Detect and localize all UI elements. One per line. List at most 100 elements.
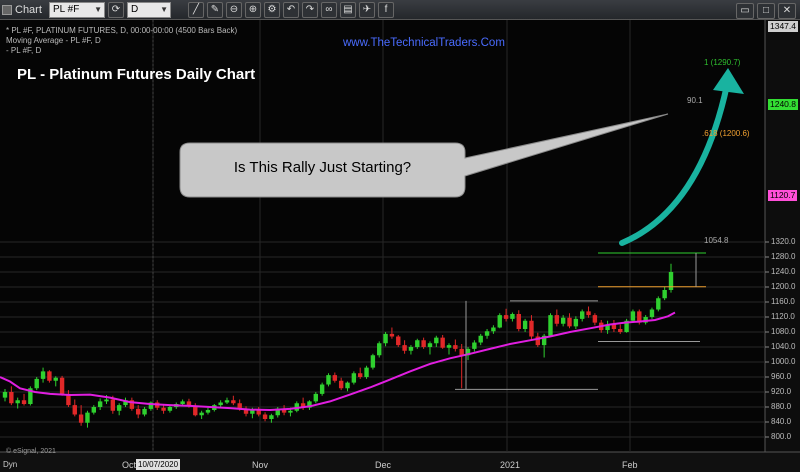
y-tick-label: 840.0: [771, 417, 792, 426]
candle-up: [383, 333, 388, 344]
candle-up: [484, 331, 490, 336]
toolbar: Chart PL #F ▼ ⟳ D ▼ ╱ ✎ ⊖ ⊕ ⚙ ↶ ↷ ∞ ▤ ✈ …: [0, 0, 800, 20]
candle-up: [510, 314, 515, 319]
candle-up: [364, 367, 369, 377]
candle-down: [358, 373, 363, 377]
candle-up: [53, 377, 58, 381]
x-label-dec: Dec: [375, 460, 392, 470]
undo-icon[interactable]: ↶: [283, 1, 299, 18]
candle-down: [262, 414, 268, 419]
minimize-icon[interactable]: ▭: [736, 3, 754, 19]
settings-icon[interactable]: ⚙: [264, 1, 280, 18]
close-icon[interactable]: ✕: [778, 3, 796, 19]
candle-down: [586, 311, 591, 316]
candle-down: [338, 380, 344, 389]
price-tag-ma: 1120.7: [768, 190, 798, 201]
candle-up: [218, 402, 223, 406]
chart-app-icon: [2, 4, 12, 15]
app-logo: Chart: [2, 4, 46, 16]
candle-down: [231, 400, 236, 404]
candle-up: [548, 315, 553, 336]
candle-up: [573, 318, 579, 327]
level-label-618: .618 (1200.6): [702, 129, 750, 138]
candle-down: [554, 315, 560, 324]
draw-line-icon[interactable]: ╱: [188, 1, 204, 18]
x-label-feb: Feb: [622, 460, 638, 470]
callout-text: Is This Rally Just Starting?: [233, 159, 412, 176]
candle-up: [377, 343, 382, 356]
candle-up: [326, 375, 331, 385]
candle-down: [47, 371, 52, 381]
y-tick-label: 960.0: [771, 372, 792, 381]
candle-up: [85, 412, 90, 423]
candle-up: [97, 401, 103, 407]
candle-up: [319, 384, 325, 394]
series-info: - PL #F, D: [6, 46, 42, 55]
candle-up: [662, 290, 667, 299]
zoom-out-icon[interactable]: ⊖: [226, 1, 242, 18]
candle-up: [491, 327, 496, 332]
candle-up: [167, 407, 173, 411]
candle-down: [110, 399, 116, 411]
price-tag-last: 1240.8: [768, 99, 798, 110]
link-chart-icon[interactable]: ∞: [321, 1, 337, 18]
candle-up: [116, 405, 122, 411]
website-watermark: www.TheTechnicalTraders.Com: [343, 37, 505, 49]
candle-up: [497, 315, 502, 328]
candle-up: [649, 309, 655, 317]
candle-down: [618, 329, 623, 332]
print-icon[interactable]: ▤: [340, 1, 356, 18]
candle-down: [9, 392, 14, 404]
symbol-input[interactable]: PL #F ▼: [49, 1, 105, 18]
candle-down: [78, 414, 84, 423]
maximize-icon[interactable]: □: [757, 3, 775, 19]
candle-up: [478, 335, 483, 343]
y-tick-label: 1000.0: [771, 357, 796, 366]
facebook-icon[interactable]: f: [378, 1, 394, 18]
candle-down: [136, 408, 141, 415]
candle-down: [516, 314, 521, 329]
zoom-in-icon[interactable]: ⊕: [245, 1, 261, 18]
dyn-mode-label: Dyn: [3, 460, 18, 469]
chevron-down-icon[interactable]: ▼: [160, 3, 168, 17]
price-chart[interactable]: [0, 20, 800, 472]
candle-down: [193, 405, 198, 416]
link-icon[interactable]: ⟳: [108, 1, 124, 18]
y-tick-label: 1120.0: [771, 312, 795, 321]
candle-up: [427, 343, 433, 347]
candle-down: [459, 348, 464, 356]
y-tick-label: 1200.0: [771, 282, 796, 291]
chevron-down-icon[interactable]: ▼: [94, 3, 102, 17]
y-tick-label: 1080.0: [771, 327, 796, 336]
candle-up: [560, 317, 566, 324]
app-label: Chart: [15, 3, 42, 16]
candle-up: [34, 378, 39, 389]
candle-up: [199, 412, 204, 416]
candle-up: [408, 347, 414, 351]
candle-down: [402, 345, 407, 351]
candle-down: [72, 405, 77, 415]
redo-icon[interactable]: ↷: [302, 1, 318, 18]
cursor-icon[interactable]: ✎: [207, 1, 223, 18]
interval-input[interactable]: D ▼: [127, 1, 171, 18]
candle-up: [580, 311, 585, 319]
candle-down: [332, 375, 338, 381]
y-tick-label: 1280.0: [771, 252, 796, 261]
candle-up: [415, 340, 420, 347]
y-tick-label: 800.0: [771, 432, 792, 441]
candle-down: [59, 377, 65, 394]
esignal-copyright: © eSignal, 2021: [6, 448, 56, 455]
candle-down: [389, 333, 395, 337]
candle-up: [434, 337, 439, 344]
candle-down: [396, 336, 401, 346]
y-tick-label: 1240.0: [771, 267, 796, 276]
candle-up: [656, 298, 661, 310]
symbol-value: PL #F: [53, 3, 80, 15]
chart-info-line: * PL #F, PLATINUM FUTURES, D, 00:00-00:0…: [6, 26, 238, 35]
twitter-icon[interactable]: ✈: [359, 1, 375, 18]
candle-down: [421, 340, 426, 347]
candle-up: [446, 345, 452, 348]
candle-up: [142, 408, 147, 415]
candle-down: [21, 400, 27, 404]
candle-up: [269, 415, 274, 419]
